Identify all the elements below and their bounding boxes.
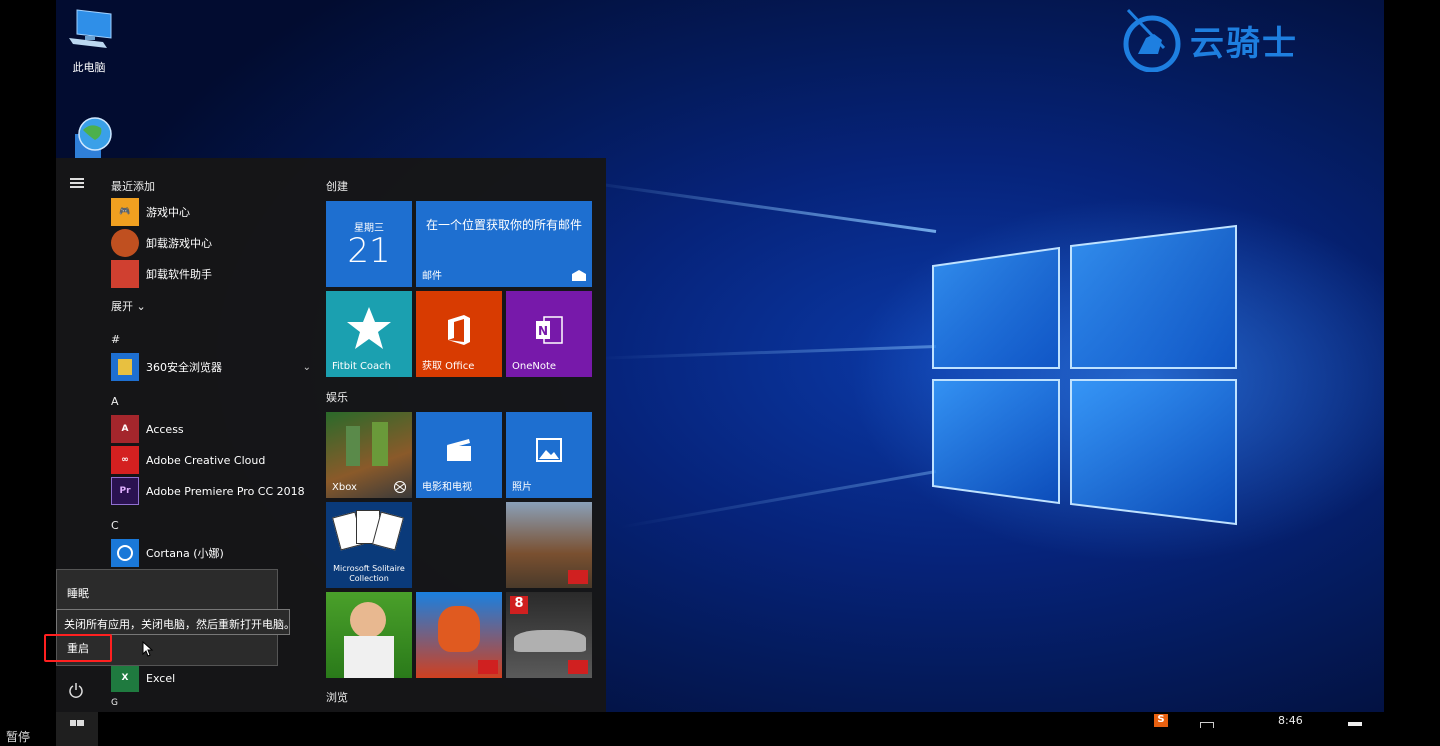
app-item-uninstall-helper[interactable]: 卸载软件助手 xyxy=(111,260,311,288)
app-label: Adobe Creative Cloud xyxy=(146,453,266,467)
group-label-entertainment: 娱乐 xyxy=(326,391,348,404)
calendar-day: 21 xyxy=(347,231,391,271)
tile-caption: 照片 xyxy=(512,482,532,493)
app-item-premiere[interactable]: Pr Adobe Premiere Pro CC 2018 xyxy=(111,477,311,505)
tile-movies[interactable]: 电影和电视 xyxy=(416,412,502,498)
mail-headline: 在一个位置获取你的所有邮件 xyxy=(426,218,583,232)
uninstall-helper-icon xyxy=(111,260,139,288)
clapperboard-icon xyxy=(447,439,471,461)
tile-mail[interactable]: 在一个位置获取你的所有邮件 邮件 xyxy=(416,201,592,287)
app-item-game-center[interactable]: 🎮 游戏中心 xyxy=(111,198,311,226)
power-icon[interactable] xyxy=(68,682,84,698)
desktop-icon-label: 此电脑 xyxy=(72,61,106,74)
network-globe-icon xyxy=(75,117,112,158)
sleep-option[interactable]: 睡眠 xyxy=(67,585,89,601)
gameloft-badge-icon xyxy=(478,660,498,674)
display-icon[interactable] xyxy=(1200,722,1214,728)
app-label: Adobe Premiere Pro CC 2018 xyxy=(146,484,305,498)
tile-caption: Xbox xyxy=(332,482,357,493)
app-item-excel[interactable]: X Excel xyxy=(111,664,311,692)
tile-game-dragon[interactable] xyxy=(416,592,502,678)
knight-logo-icon xyxy=(1123,8,1181,72)
app-label: Cortana (小娜) xyxy=(146,547,224,560)
creative-cloud-icon: ∞ xyxy=(111,446,139,474)
chevron-down-icon: ⌄ xyxy=(136,300,146,313)
tile-caption: 获取 Office xyxy=(422,361,475,372)
group-label-create: 创建 xyxy=(326,180,348,193)
light-beam xyxy=(579,179,937,233)
tiles-panel: 创建 星期三 21 在一个位置获取你的所有邮件 邮件 Fitbit Coach … xyxy=(326,158,606,712)
app-item-creative-cloud[interactable]: ∞ Adobe Creative Cloud xyxy=(111,446,311,474)
app-item-access[interactable]: A Access xyxy=(111,415,311,443)
pause-label[interactable]: 暂停 xyxy=(6,728,30,745)
excel-icon: X xyxy=(111,664,139,692)
chevron-down-icon[interactable]: ⌄ xyxy=(303,362,311,373)
computer-icon xyxy=(69,9,112,48)
tile-solitaire[interactable]: Microsoft Solitaire Collection xyxy=(326,502,412,588)
tile-caption: Microsoft Solitaire Collection xyxy=(333,564,405,583)
xbox-icon xyxy=(394,481,406,493)
section-letter[interactable]: # xyxy=(111,333,120,346)
tile-xbox[interactable]: Xbox xyxy=(326,412,412,498)
app-label: 卸载游戏中心 xyxy=(146,237,212,250)
onenote-icon: N xyxy=(536,316,563,344)
tile-caption: OneNote xyxy=(512,361,557,372)
app-label: Excel xyxy=(146,671,176,685)
taskbar-clock[interactable]: 8:46 xyxy=(1278,714,1303,727)
tile-fitbit[interactable]: Fitbit Coach xyxy=(326,291,412,377)
hamburger-menu-icon[interactable] xyxy=(70,178,84,188)
section-letter[interactable]: G xyxy=(111,698,118,708)
app-item-uninstall-game[interactable]: 卸载游戏中心 xyxy=(111,229,311,257)
tile-game-gardenscapes[interactable] xyxy=(326,592,412,678)
start-button[interactable] xyxy=(56,712,98,746)
tile-caption: 电影和电视 xyxy=(422,482,472,493)
taskbar: S 8:46 xyxy=(56,712,1384,746)
star-icon xyxy=(347,307,391,349)
tile-photos[interactable]: 照片 xyxy=(506,412,592,498)
section-letter[interactable]: C xyxy=(111,519,119,532)
brand-text: 云骑士 xyxy=(1190,23,1298,64)
svg-text:N: N xyxy=(538,324,548,338)
tile-onenote[interactable]: N OneNote xyxy=(506,291,592,377)
access-icon: A xyxy=(111,415,139,443)
premiere-icon: Pr xyxy=(111,477,139,505)
windows-logo-icon xyxy=(932,224,1237,526)
tile-caption: Fitbit Coach xyxy=(332,361,392,372)
sogou-input-icon[interactable]: S xyxy=(1154,714,1168,727)
folder-icon xyxy=(111,353,139,381)
mail-icon xyxy=(572,270,586,281)
tile-game-asphalt[interactable]: 8 xyxy=(506,592,592,678)
brand-watermark: 云骑士 xyxy=(1120,8,1298,72)
office-icon xyxy=(448,315,470,345)
mouse-cursor-icon xyxy=(142,641,154,657)
notification-icon[interactable] xyxy=(1348,722,1362,726)
cortana-icon xyxy=(111,539,139,567)
tile-game-empires[interactable] xyxy=(506,502,592,588)
tile-calendar[interactable]: 星期三 21 xyxy=(326,201,412,287)
app-label: 游戏中心 xyxy=(146,206,190,219)
app-label: Access xyxy=(146,422,184,436)
light-beam xyxy=(620,470,937,529)
app-item-360-browser[interactable]: 360安全浏览器 ⌄ xyxy=(111,353,311,381)
gameloft-badge-icon xyxy=(568,660,588,674)
app-item-cortana[interactable]: Cortana (小娜) xyxy=(111,539,311,567)
app-label: 卸载软件助手 xyxy=(146,268,212,281)
game-center-icon: 🎮 xyxy=(111,198,139,226)
light-beam xyxy=(596,345,937,360)
recent-header: 最近添加 xyxy=(111,180,155,193)
windows-start-icon xyxy=(70,720,84,726)
restart-highlight xyxy=(44,634,112,662)
section-letter[interactable]: A xyxy=(111,395,119,408)
restart-tooltip: 关闭所有应用，关闭电脑，然后重新打开电脑。 xyxy=(56,609,295,635)
desktop-icon-this-pc[interactable]: 此电脑 xyxy=(53,8,125,75)
group-label-browse: 浏览 xyxy=(326,691,348,704)
tile-caption: 邮件 xyxy=(422,271,442,282)
app-label: 360安全浏览器 xyxy=(146,361,222,374)
expand-link[interactable]: 展开 ⌄ xyxy=(111,298,146,314)
tile-office[interactable]: 获取 Office xyxy=(416,291,502,377)
gameloft-badge-icon xyxy=(568,570,588,584)
photo-icon xyxy=(536,438,562,462)
uninstall-game-icon xyxy=(111,229,139,257)
